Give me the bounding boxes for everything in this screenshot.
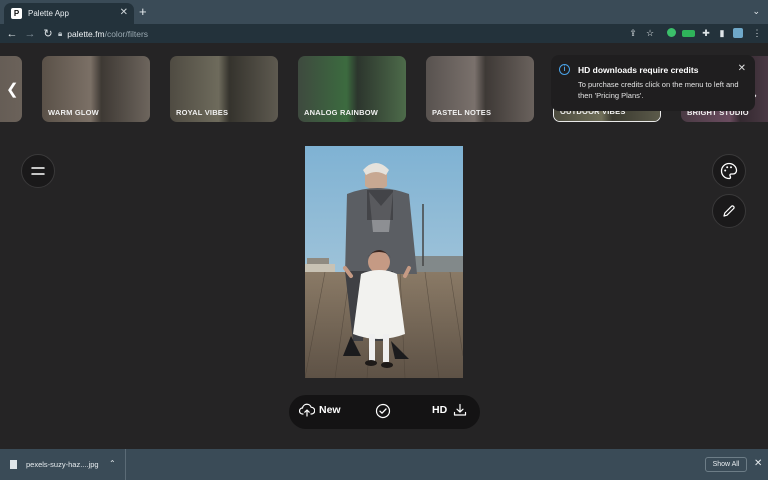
show-all-button[interactable]: Show All (705, 457, 747, 472)
info-icon: i (559, 64, 570, 75)
palette-icon (720, 162, 738, 180)
tab-title: Palette App (28, 9, 69, 18)
download-icon (454, 403, 467, 416)
download-item[interactable]: pexels-suzy-haz....jpg (0, 449, 126, 480)
filter-label: WARM GLOW (48, 108, 99, 117)
filter-label: ANALOG RAINBOW (304, 108, 379, 117)
filter-card-royal-vibes[interactable]: ROYAL VIBES (170, 56, 278, 122)
palette-button[interactable] (712, 154, 746, 188)
browser-menu-icon[interactable]: ⋮ (751, 27, 763, 39)
profile-icon[interactable] (732, 27, 744, 39)
bookmark-star-icon[interactable]: ☆ (644, 27, 656, 39)
cloud-upload-icon (299, 403, 315, 417)
tab-search-chevron-icon[interactable]: ⌄ (752, 6, 760, 17)
filter-card-analog-rainbow[interactable]: ANALOG RAINBOW (298, 56, 406, 122)
tab-close-icon[interactable]: ✕ (120, 7, 128, 18)
extension-green-icon[interactable] (665, 27, 677, 39)
confirm-button[interactable] (375, 403, 391, 424)
lock-icon: 🔒︎ (58, 28, 63, 38)
reload-icon[interactable]: ↻ (39, 27, 57, 40)
share-icon[interactable]: ⇪ (627, 27, 639, 39)
tab-favicon-icon: P (11, 8, 22, 19)
chevron-up-icon[interactable]: ⌃ (109, 459, 116, 468)
browser-tab[interactable]: P Palette App ✕ (4, 3, 134, 24)
browser-tab-strip: P Palette App ✕ + ⌄ (0, 0, 768, 24)
close-icon[interactable]: ✕ (738, 63, 746, 74)
forward-arrow-icon[interactable]: → (21, 28, 39, 40)
close-icon[interactable]: ✕ (754, 458, 762, 469)
new-tab-button[interactable]: + (139, 5, 147, 18)
filter-card-warm-glow[interactable]: WARM GLOW (42, 56, 150, 122)
menu-button[interactable] (21, 154, 55, 188)
file-icon (10, 460, 17, 469)
back-arrow-icon[interactable]: ← (3, 28, 21, 40)
toast-title: HD downloads require credits (578, 65, 699, 75)
hamburger-icon (31, 167, 45, 175)
new-upload-button[interactable]: New (299, 403, 341, 417)
sidebar-toggle-icon[interactable]: ▮ (716, 27, 728, 39)
filter-label: ROYAL VIBES (176, 108, 229, 117)
credits-toast: i HD downloads require credits To purcha… (551, 55, 755, 111)
edit-button[interactable] (712, 194, 746, 228)
filter-card-pastel-notes[interactable]: PASTEL NOTES (426, 56, 534, 122)
url-path: /color/filters (104, 28, 149, 39)
toast-body: To purchase credits click on the menu to… (578, 80, 739, 100)
hd-label: HD (432, 404, 448, 416)
puzzle-extensions-icon[interactable]: ✚ (700, 27, 712, 39)
pencil-icon (723, 205, 735, 217)
chevron-left-icon[interactable]: ❮ (6, 80, 19, 98)
extension-new-badge-icon[interactable] (681, 27, 695, 39)
bottom-action-bar: New HD (289, 395, 480, 429)
address-bar[interactable]: 🔒︎ palette.fm/color/filters (58, 26, 658, 41)
url-host: palette.fm (67, 28, 105, 39)
download-filename: pexels-suzy-haz....jpg (26, 460, 99, 469)
filter-label: PASTEL NOTES (432, 108, 492, 117)
colorized-photo (305, 146, 463, 378)
check-circle-icon (375, 403, 391, 419)
app-main: WARM GLOW ROYAL VIBES ANALOG RAINBOW PAS… (0, 43, 768, 449)
download-shelf: pexels-suzy-haz....jpg ⌃ Show All ✕ (0, 449, 768, 480)
new-label: New (319, 404, 341, 416)
hd-download-button[interactable]: HD (432, 403, 467, 417)
